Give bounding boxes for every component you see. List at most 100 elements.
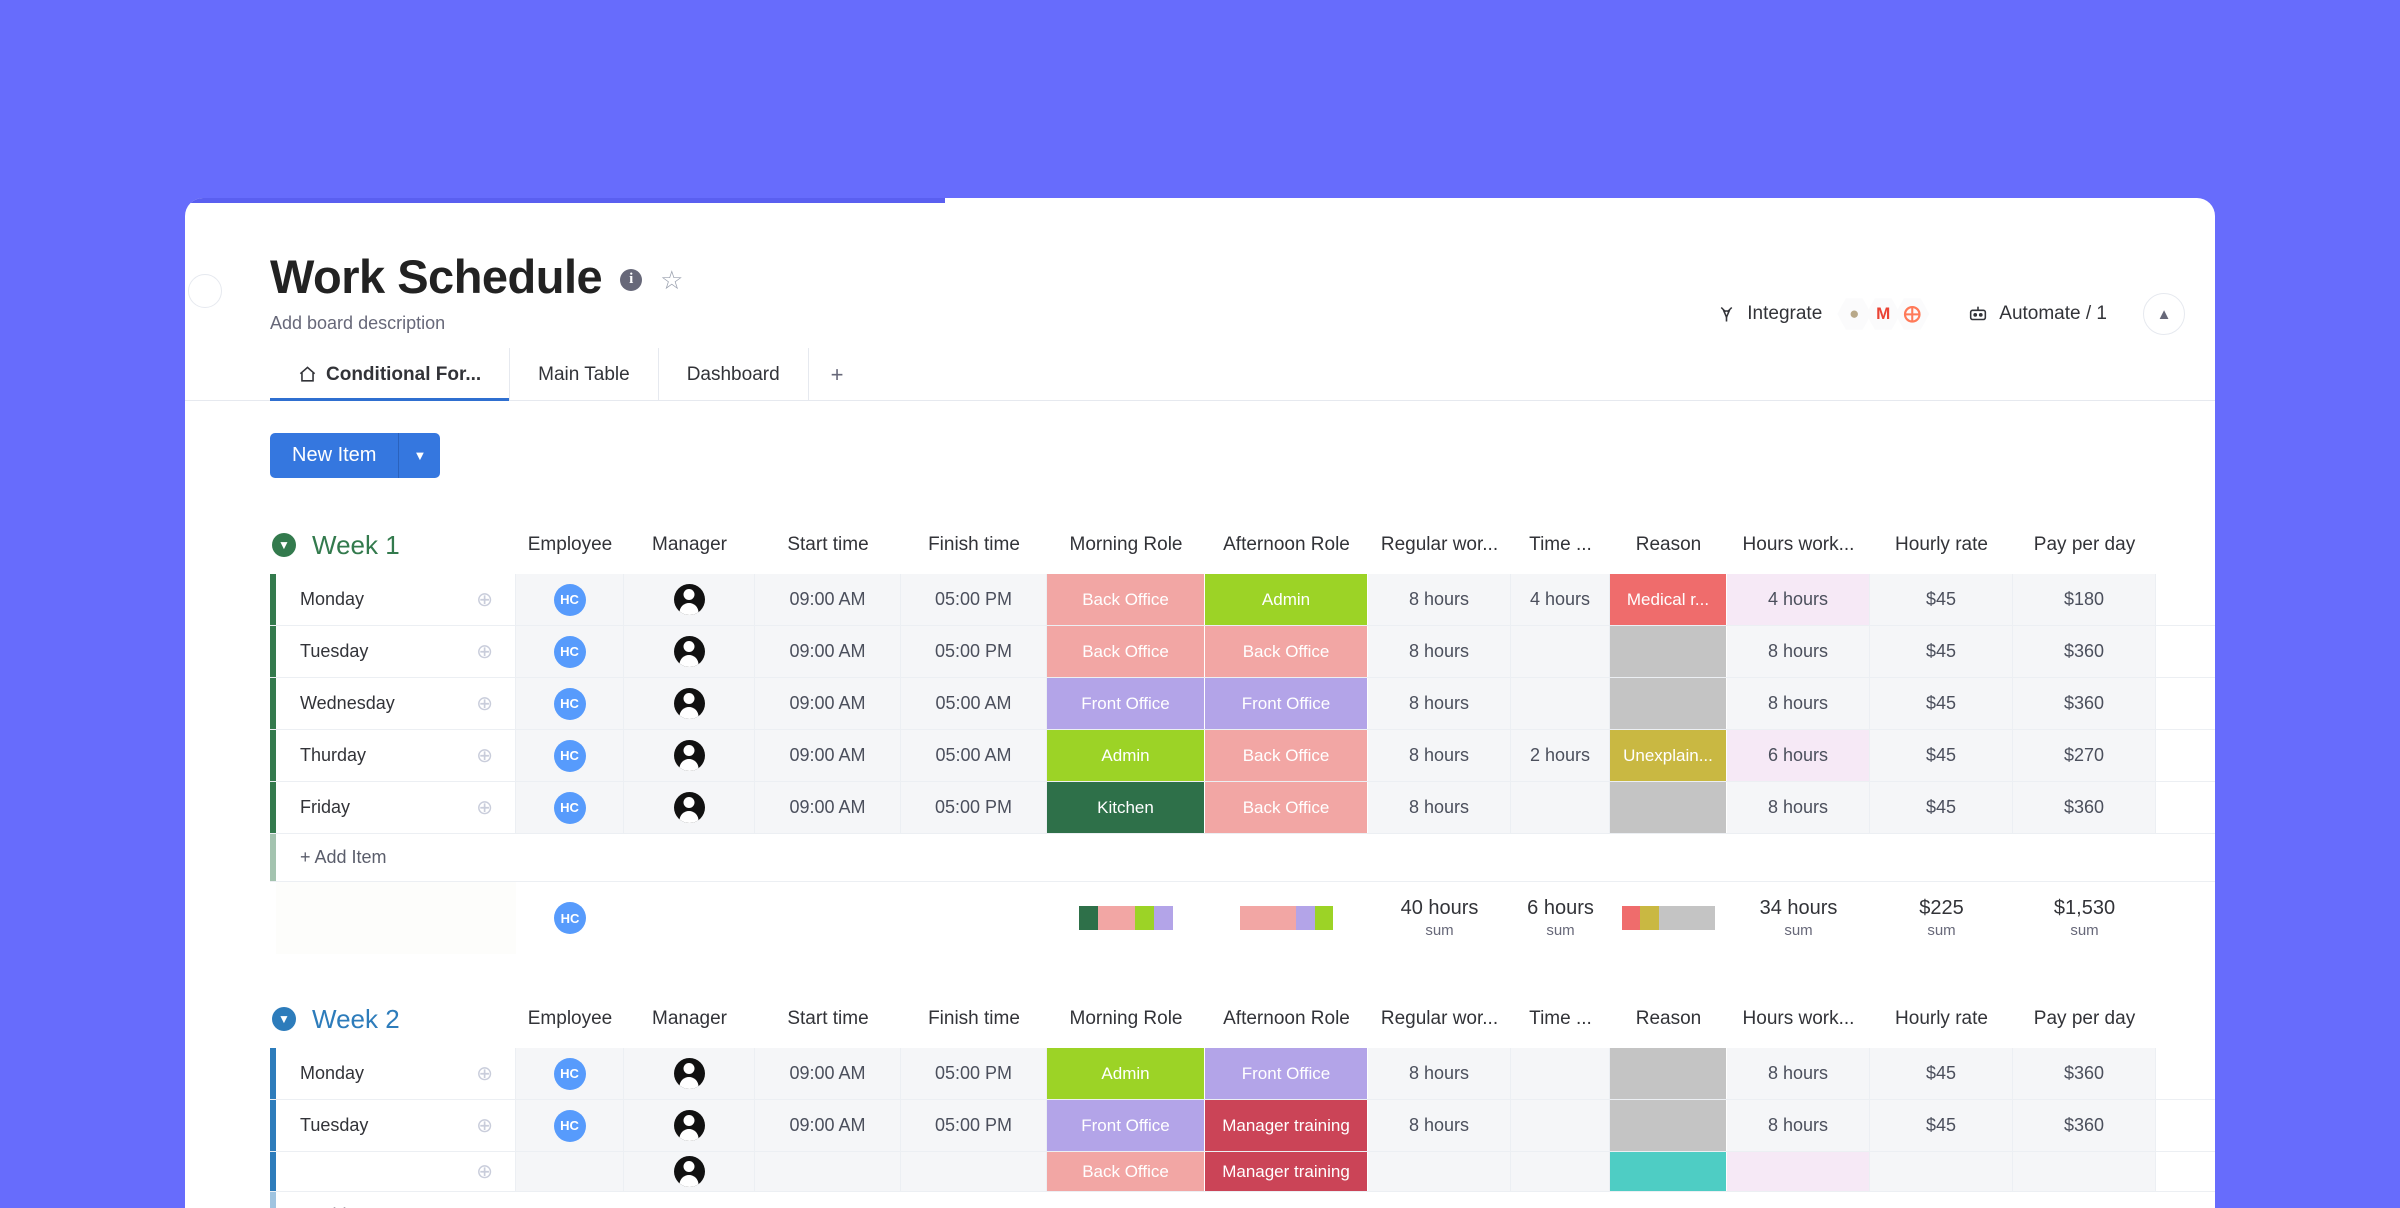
manager-cell[interactable] [624, 678, 755, 729]
table-row[interactable]: Wednesday ⊕ HC 09:00 AM 05:00 AM Front Office… [270, 678, 2215, 730]
regular-worked-cell[interactable]: 8 hours [1368, 782, 1511, 833]
new-item-dropdown-icon[interactable]: ▼ [398, 433, 441, 478]
table-row[interactable]: ⊕ Back Office Manager training [270, 1152, 2215, 1192]
hourly-rate-cell[interactable]: $45 [1870, 1048, 2013, 1099]
afternoon-role-cell[interactable]: Admin [1205, 574, 1368, 625]
manager-avatar[interactable] [673, 584, 705, 615]
automate-button[interactable]: Automate / 1 [1953, 295, 2121, 333]
add-comment-icon[interactable]: ⊕ [476, 1061, 493, 1086]
column-header-8[interactable]: Time ... [1511, 534, 1610, 556]
column-header-10[interactable]: Hours work... [1727, 1008, 1870, 1030]
afternoon-role-cell[interactable]: Manager training [1205, 1100, 1368, 1151]
start-time-cell[interactable]: 09:00 AM [755, 1100, 901, 1151]
hours-worked-cell[interactable]: 8 hours [1727, 626, 1870, 677]
reason-cell[interactable]: Unexplain... [1610, 730, 1727, 781]
pay-per-day-cell[interactable]: $270 [2013, 730, 2156, 781]
hourly-rate-cell[interactable]: $45 [1870, 782, 2013, 833]
morning-role-cell[interactable]: Front Office [1047, 1100, 1205, 1151]
afternoon-role-cell[interactable]: Manager training [1205, 1152, 1368, 1191]
pay-per-day-cell[interactable] [2013, 1152, 2156, 1191]
pay-per-day-cell[interactable]: $360 [2013, 678, 2156, 729]
column-header-6[interactable]: Afternoon Role [1205, 534, 1368, 556]
manager-avatar[interactable] [673, 636, 705, 667]
finish-time-cell[interactable]: 05:00 PM [901, 574, 1047, 625]
reason-cell[interactable] [1610, 1048, 1727, 1099]
finish-time-cell[interactable]: 05:00 PM [901, 626, 1047, 677]
reason-cell[interactable] [1610, 626, 1727, 677]
hours-worked-cell[interactable]: 6 hours [1727, 730, 1870, 781]
add-item-row[interactable]: + Add Item [270, 1192, 2215, 1208]
avatar[interactable]: HC [553, 1109, 586, 1142]
hours-worked-cell[interactable]: 8 hours [1727, 1048, 1870, 1099]
group-title[interactable]: Week 2 [312, 1004, 400, 1035]
finish-time-cell[interactable]: 05:00 AM [901, 678, 1047, 729]
time-off-cell[interactable] [1511, 1048, 1610, 1099]
morning-role-cell[interactable]: Admin [1047, 1048, 1205, 1099]
regular-worked-cell[interactable]: 8 hours [1368, 626, 1511, 677]
finish-time-cell[interactable] [901, 1152, 1047, 1191]
avatar[interactable]: HC [553, 635, 586, 668]
regular-worked-cell[interactable] [1368, 1152, 1511, 1191]
manager-cell[interactable] [624, 1100, 755, 1151]
start-time-cell[interactable]: 09:00 AM [755, 678, 901, 729]
time-off-cell[interactable] [1511, 1100, 1610, 1151]
row-name-cell[interactable]: Wednesday ⊕ [276, 678, 516, 729]
regular-worked-cell[interactable]: 8 hours [1368, 1100, 1511, 1151]
employee-cell[interactable]: HC [516, 730, 624, 781]
employee-cell[interactable]: HC [516, 626, 624, 677]
gmail-icon[interactable]: M [1866, 298, 1901, 330]
column-header-1[interactable]: Employee [516, 1008, 624, 1030]
add-comment-icon[interactable]: ⊕ [476, 743, 493, 768]
back-arrow-icon[interactable] [188, 274, 222, 308]
hours-worked-cell[interactable]: 8 hours [1727, 678, 1870, 729]
table-row[interactable]: Monday ⊕ HC 09:00 AM 05:00 PM Back Office Admi… [270, 574, 2215, 626]
column-header-5[interactable]: Morning Role [1047, 534, 1205, 556]
afternoon-role-cell[interactable]: Front Office [1205, 1048, 1368, 1099]
manager-cell[interactable] [624, 1048, 755, 1099]
morning-role-cell[interactable]: Back Office [1047, 626, 1205, 677]
row-name-cell[interactable]: ⊕ [276, 1152, 516, 1191]
pay-per-day-cell[interactable]: $360 [2013, 626, 2156, 677]
start-time-cell[interactable]: 09:00 AM [755, 626, 901, 677]
reason-cell[interactable] [1610, 1100, 1727, 1151]
tab-dashboard[interactable]: Dashboard [659, 348, 809, 401]
time-off-cell[interactable]: 2 hours [1511, 730, 1610, 781]
add-comment-icon[interactable]: ⊕ [476, 1113, 493, 1138]
manager-avatar[interactable] [673, 1156, 705, 1187]
morning-role-cell[interactable]: Kitchen [1047, 782, 1205, 833]
hourly-rate-cell[interactable]: $45 [1870, 678, 2013, 729]
row-name-cell[interactable]: Monday ⊕ [276, 574, 516, 625]
manager-cell[interactable] [624, 626, 755, 677]
employee-cell[interactable]: HC [516, 574, 624, 625]
regular-worked-cell[interactable]: 8 hours [1368, 1048, 1511, 1099]
column-header-3[interactable]: Start time [755, 534, 901, 556]
row-name-cell[interactable]: Friday ⊕ [276, 782, 516, 833]
column-header-12[interactable]: Pay per day [2013, 534, 2156, 556]
tab-add-view[interactable]: + [809, 348, 866, 401]
afternoon-role-cell[interactable]: Back Office [1205, 730, 1368, 781]
column-header-4[interactable]: Finish time [901, 1008, 1047, 1030]
morning-role-cell[interactable]: Back Office [1047, 574, 1205, 625]
column-header-4[interactable]: Finish time [901, 534, 1047, 556]
table-row[interactable]: Tuesday ⊕ HC 09:00 AM 05:00 PM Back Office Bac… [270, 626, 2215, 678]
add-comment-icon[interactable]: ⊕ [476, 691, 493, 716]
pay-per-day-cell[interactable]: $180 [2013, 574, 2156, 625]
avatar[interactable]: HC [554, 902, 586, 934]
group-title[interactable]: Week 1 [312, 530, 400, 561]
time-off-cell[interactable]: 4 hours [1511, 574, 1610, 625]
add-comment-icon[interactable]: ⊕ [476, 587, 493, 612]
time-off-cell[interactable] [1511, 782, 1610, 833]
hourly-rate-cell[interactable]: $45 [1870, 574, 2013, 625]
start-time-cell[interactable]: 09:00 AM [755, 730, 901, 781]
reason-cell[interactable] [1610, 782, 1727, 833]
regular-worked-cell[interactable]: 8 hours [1368, 678, 1511, 729]
avatar[interactable]: HC [553, 583, 586, 616]
integrate-button[interactable]: Integrate [1702, 295, 1836, 333]
add-item-row[interactable]: + Add Item [270, 834, 2215, 882]
row-name-cell[interactable]: Tuesday ⊕ [276, 1100, 516, 1151]
pay-per-day-cell[interactable]: $360 [2013, 782, 2156, 833]
chevron-down-circle-icon[interactable]: ▼ [272, 533, 296, 557]
column-header-3[interactable]: Start time [755, 1008, 901, 1030]
avatar[interactable]: HC [553, 739, 586, 772]
mailchimp-icon[interactable]: ● [1837, 298, 1872, 330]
